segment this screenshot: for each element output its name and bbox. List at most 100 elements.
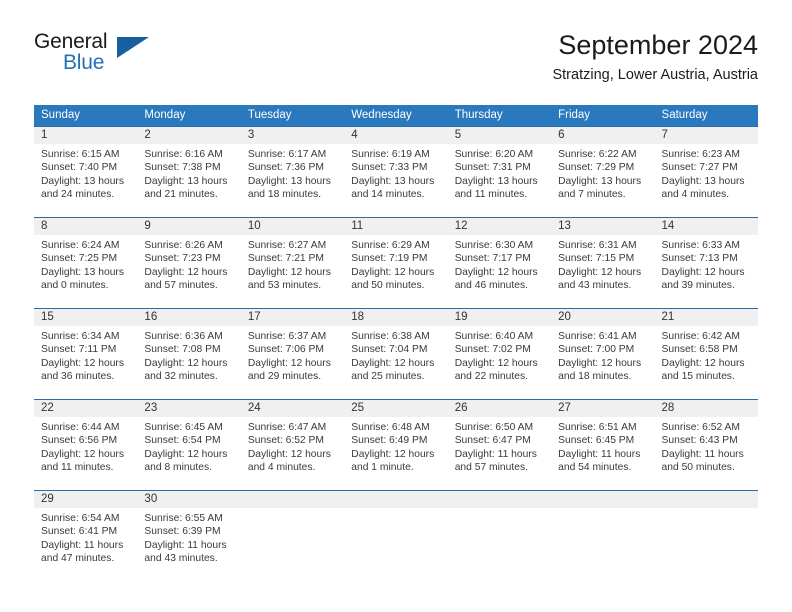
- daylight-text-line2: and 50 minutes.: [661, 461, 735, 473]
- day-cell[interactable]: Sunrise: 6:42 AM Sunset: 6:58 PM Dayligh…: [655, 326, 758, 399]
- day-cell[interactable]: Sunrise: 6:44 AM Sunset: 6:56 PM Dayligh…: [34, 417, 137, 490]
- day-cell[interactable]: Sunrise: 6:48 AM Sunset: 6:49 PM Dayligh…: [344, 417, 447, 490]
- sunrise-text: Sunrise: 6:55 AM: [144, 513, 223, 524]
- day-number[interactable]: 22: [34, 400, 137, 417]
- daylight-text-line2: and 8 minutes.: [144, 461, 212, 473]
- sunrise-text: Sunrise: 6:48 AM: [351, 422, 430, 433]
- daylight-text-line2: and 39 minutes.: [661, 279, 735, 291]
- day-cell-empty: [344, 508, 447, 581]
- day-number[interactable]: 28: [655, 400, 758, 417]
- day-cell[interactable]: Sunrise: 6:52 AM Sunset: 6:43 PM Dayligh…: [655, 417, 758, 490]
- daylight-text-line2: and 25 minutes.: [351, 370, 425, 382]
- daylight-text-line1: Daylight: 12 hours: [247, 357, 331, 369]
- daylight-text-line2: and 18 minutes.: [558, 370, 632, 382]
- day-cell[interactable]: Sunrise: 6:22 AM Sunset: 7:29 PM Dayligh…: [551, 144, 654, 217]
- sunset-text: Sunset: 7:21 PM: [247, 253, 324, 265]
- day-cell[interactable]: Sunrise: 6:45 AM Sunset: 6:54 PM Dayligh…: [137, 417, 240, 490]
- sunset-text: Sunset: 6:56 PM: [41, 435, 118, 447]
- sunrise-text: Sunrise: 6:27 AM: [247, 240, 327, 251]
- day-number[interactable]: 15: [34, 309, 137, 326]
- daylight-text-line1: Daylight: 12 hours: [247, 266, 331, 278]
- day-number[interactable]: 25: [344, 400, 447, 417]
- day-number[interactable]: 20: [551, 309, 654, 326]
- day-number[interactable]: 12: [448, 218, 551, 235]
- day-number[interactable]: 30: [137, 491, 240, 508]
- daylight-text-line1: Daylight: 11 hours: [454, 448, 537, 460]
- day-number[interactable]: 2: [137, 127, 240, 144]
- day-number-band: 8 9 10 11 12 13 14: [34, 218, 758, 235]
- day-cell[interactable]: Sunrise: 6:30 AM Sunset: 7:17 PM Dayligh…: [448, 235, 551, 308]
- sunset-text: Sunset: 6:43 PM: [661, 435, 738, 447]
- day-number[interactable]: 24: [241, 400, 344, 417]
- daylight-text-line2: and 43 minutes.: [144, 552, 218, 564]
- day-cell[interactable]: Sunrise: 6:19 AM Sunset: 7:33 PM Dayligh…: [344, 144, 447, 217]
- sunrise-text: Sunrise: 6:26 AM: [144, 240, 223, 251]
- sunrise-text: Sunrise: 6:51 AM: [558, 422, 637, 433]
- day-info-band: Sunrise: 6:44 AM Sunset: 6:56 PM Dayligh…: [34, 417, 758, 490]
- day-number[interactable]: 18: [344, 309, 447, 326]
- day-number[interactable]: 13: [551, 218, 654, 235]
- day-number[interactable]: 27: [551, 400, 654, 417]
- day-cell[interactable]: Sunrise: 6:24 AM Sunset: 7:25 PM Dayligh…: [34, 235, 137, 308]
- daylight-text-line2: and 57 minutes.: [454, 461, 528, 473]
- sunset-text: Sunset: 7:04 PM: [351, 344, 428, 356]
- day-number-band: 1 2 3 4 5 6 7: [34, 127, 758, 144]
- day-number[interactable]: 7: [655, 127, 758, 144]
- daylight-text-line2: and 0 minutes.: [41, 279, 109, 291]
- day-number[interactable]: 26: [448, 400, 551, 417]
- day-cell[interactable]: Sunrise: 6:47 AM Sunset: 6:52 PM Dayligh…: [241, 417, 344, 490]
- day-number[interactable]: 21: [655, 309, 758, 326]
- day-number[interactable]: 8: [34, 218, 137, 235]
- day-cell[interactable]: Sunrise: 6:17 AM Sunset: 7:36 PM Dayligh…: [241, 144, 344, 217]
- day-number[interactable]: 3: [241, 127, 344, 144]
- day-cell[interactable]: Sunrise: 6:37 AM Sunset: 7:06 PM Dayligh…: [241, 326, 344, 399]
- day-number[interactable]: 5: [448, 127, 551, 144]
- day-number[interactable]: 11: [344, 218, 447, 235]
- day-number[interactable]: 10: [241, 218, 344, 235]
- weekday-header-saturday: Saturday: [661, 109, 708, 121]
- daylight-text-line1: Daylight: 11 hours: [41, 539, 124, 551]
- sunset-text: Sunset: 7:06 PM: [247, 344, 324, 356]
- day-cell[interactable]: Sunrise: 6:33 AM Sunset: 7:13 PM Dayligh…: [655, 235, 758, 308]
- day-cell[interactable]: Sunrise: 6:55 AM Sunset: 6:39 PM Dayligh…: [137, 508, 240, 581]
- day-number[interactable]: 16: [137, 309, 240, 326]
- day-info-band: Sunrise: 6:24 AM Sunset: 7:25 PM Dayligh…: [34, 235, 758, 308]
- daylight-text-line1: Daylight: 12 hours: [351, 357, 435, 369]
- day-number[interactable]: 1: [34, 127, 137, 144]
- daylight-text-line2: and 7 minutes.: [558, 188, 626, 200]
- day-cell[interactable]: Sunrise: 6:31 AM Sunset: 7:15 PM Dayligh…: [551, 235, 654, 308]
- day-cell[interactable]: Sunrise: 6:36 AM Sunset: 7:08 PM Dayligh…: [137, 326, 240, 399]
- sunset-text: Sunset: 6:52 PM: [247, 435, 324, 447]
- day-cell[interactable]: Sunrise: 6:51 AM Sunset: 6:45 PM Dayligh…: [551, 417, 654, 490]
- sunset-text: Sunset: 7:27 PM: [661, 162, 738, 174]
- day-cell[interactable]: Sunrise: 6:41 AM Sunset: 7:00 PM Dayligh…: [551, 326, 654, 399]
- day-cell[interactable]: Sunrise: 6:50 AM Sunset: 6:47 PM Dayligh…: [448, 417, 551, 490]
- day-cell[interactable]: Sunrise: 6:40 AM Sunset: 7:02 PM Dayligh…: [448, 326, 551, 399]
- day-number[interactable]: 29: [34, 491, 137, 508]
- day-number[interactable]: 9: [137, 218, 240, 235]
- day-cell[interactable]: Sunrise: 6:54 AM Sunset: 6:41 PM Dayligh…: [34, 508, 137, 581]
- day-cell[interactable]: Sunrise: 6:20 AM Sunset: 7:31 PM Dayligh…: [448, 144, 551, 217]
- day-cell[interactable]: Sunrise: 6:38 AM Sunset: 7:04 PM Dayligh…: [344, 326, 447, 399]
- day-cell[interactable]: Sunrise: 6:34 AM Sunset: 7:11 PM Dayligh…: [34, 326, 137, 399]
- day-cell[interactable]: Sunrise: 6:15 AM Sunset: 7:40 PM Dayligh…: [34, 144, 137, 217]
- day-number[interactable]: 23: [137, 400, 240, 417]
- daylight-text-line2: and 53 minutes.: [247, 279, 322, 291]
- day-cell[interactable]: Sunrise: 6:29 AM Sunset: 7:19 PM Dayligh…: [344, 235, 447, 308]
- day-number[interactable]: 19: [448, 309, 551, 326]
- day-cell-empty: [448, 508, 551, 581]
- day-number[interactable]: 4: [344, 127, 447, 144]
- sunset-text: Sunset: 7:29 PM: [558, 162, 635, 174]
- sunrise-text: Sunrise: 6:36 AM: [144, 331, 223, 342]
- sunrise-text: Sunrise: 6:42 AM: [661, 331, 740, 342]
- general-blue-logo[interactable]: General Blue: [34, 30, 154, 82]
- day-number[interactable]: 17: [241, 309, 344, 326]
- day-cell[interactable]: Sunrise: 6:16 AM Sunset: 7:38 PM Dayligh…: [137, 144, 240, 217]
- sunrise-text: Sunrise: 6:30 AM: [454, 240, 534, 251]
- day-cell[interactable]: Sunrise: 6:27 AM Sunset: 7:21 PM Dayligh…: [241, 235, 344, 308]
- day-number[interactable]: 14: [655, 218, 758, 235]
- weekday-header-friday: Friday: [558, 109, 591, 121]
- day-cell[interactable]: Sunrise: 6:23 AM Sunset: 7:27 PM Dayligh…: [655, 144, 758, 217]
- day-cell[interactable]: Sunrise: 6:26 AM Sunset: 7:23 PM Dayligh…: [137, 235, 240, 308]
- day-number[interactable]: 6: [551, 127, 654, 144]
